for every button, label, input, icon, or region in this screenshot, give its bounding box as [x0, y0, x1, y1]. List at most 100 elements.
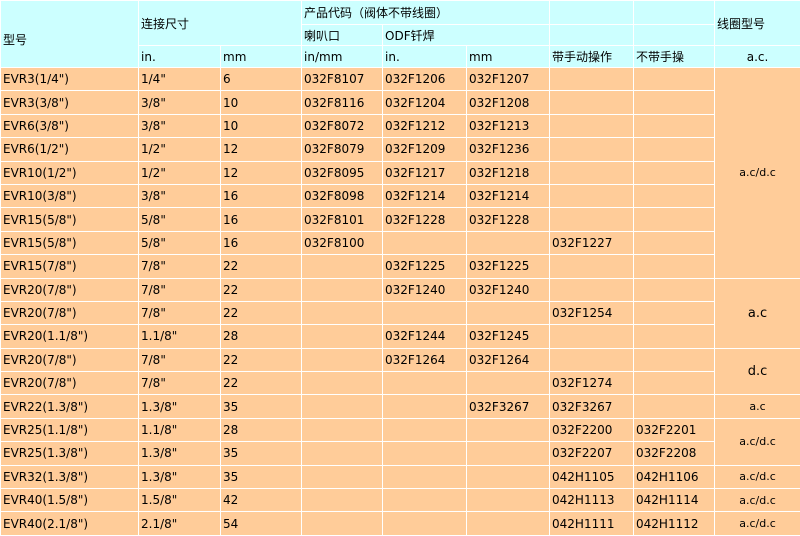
header-manual: 带手动操作	[550, 46, 634, 68]
cell-no-manual	[634, 68, 715, 91]
cell-coil-model: a.c/d.c	[715, 512, 800, 535]
cell-flare: 032F8079	[302, 138, 383, 161]
table-row: EVR6(3/8")3/8"10032F8072032F1212032F1213	[1, 114, 800, 137]
cell-manual: 042H1111	[550, 512, 634, 535]
cell-flare: 032F8116	[302, 91, 383, 114]
cell-odf-in: 032F1206	[383, 68, 467, 91]
table-row: EVR10(1/2")1/2"12032F8095032F1217032F121…	[1, 161, 800, 184]
cell-odf-mm: 032F1207	[467, 68, 550, 91]
cell-no-manual: 042H1112	[634, 512, 715, 535]
cell-model: EVR20(7/8")	[1, 348, 139, 371]
cell-odf-in: 032F1214	[383, 184, 467, 207]
cell-mm: 28	[221, 325, 302, 348]
header-mm: mm	[221, 46, 302, 68]
cell-coil-model: a.c/d.c	[715, 418, 800, 465]
cell-odf-in	[383, 395, 467, 418]
cell-mm: 10	[221, 91, 302, 114]
cell-odf-in	[383, 489, 467, 512]
cell-mm: 6	[221, 68, 302, 91]
cell-no-manual	[634, 395, 715, 418]
header-odf-in: in.	[383, 46, 467, 68]
header-odf-mm: mm	[467, 46, 550, 68]
cell-odf-mm: 032F1264	[467, 348, 550, 371]
header-in: in.	[139, 46, 221, 68]
cell-odf-mm: 032F3267	[467, 395, 550, 418]
cell-odf-mm: 032F1240	[467, 278, 550, 301]
cell-model: EVR20(7/8")	[1, 372, 139, 395]
cell-odf-mm	[467, 418, 550, 441]
cell-odf-mm: 032F1214	[467, 184, 550, 207]
cell-flare: 032F8101	[302, 208, 383, 231]
cell-no-manual	[634, 161, 715, 184]
cell-in: 7/8"	[139, 278, 221, 301]
cell-flare	[302, 442, 383, 465]
cell-mm: 16	[221, 208, 302, 231]
cell-flare: 032F8098	[302, 184, 383, 207]
cell-mm: 54	[221, 512, 302, 535]
cell-odf-in	[383, 465, 467, 488]
cell-odf-in: 032F1228	[383, 208, 467, 231]
cell-in: 1.3/8"	[139, 442, 221, 465]
cell-odf-in	[383, 301, 467, 324]
cell-in: 3/8"	[139, 184, 221, 207]
cell-in: 3/8"	[139, 91, 221, 114]
cell-mm: 22	[221, 301, 302, 324]
cell-mm: 16	[221, 231, 302, 254]
cell-mm: 28	[221, 418, 302, 441]
cell-no-manual	[634, 208, 715, 231]
table-row: EVR20(7/8")7/8"22032F1274	[1, 372, 800, 395]
cell-no-manual	[634, 184, 715, 207]
header-product-code: 产品代码（阀体不带线圈）	[302, 1, 550, 25]
cell-odf-in	[383, 442, 467, 465]
cell-odf-mm: 032F1218	[467, 161, 550, 184]
cell-flare: 032F8100	[302, 231, 383, 254]
cell-flare	[302, 395, 383, 418]
table-row: EVR15(7/8")7/8"22032F1225032F1225	[1, 255, 800, 278]
cell-mm: 42	[221, 489, 302, 512]
cell-flare	[302, 418, 383, 441]
cell-no-manual	[634, 255, 715, 278]
header-flare: 喇叭口	[302, 25, 383, 46]
cell-mm: 22	[221, 348, 302, 371]
cell-manual: 032F3267	[550, 395, 634, 418]
table-row: EVR32(1.3/8")1.3/8"35042H1105042H1106a.c…	[1, 465, 800, 488]
cell-model: EVR15(5/8")	[1, 208, 139, 231]
header-odf: ODF钎焊	[383, 25, 550, 46]
cell-no-manual	[634, 91, 715, 114]
cell-odf-in: 032F1240	[383, 278, 467, 301]
cell-flare	[302, 512, 383, 535]
table-row: EVR20(1.1/8")1.1/8"28032F1244032F1245	[1, 325, 800, 348]
cell-odf-mm: 032F1236	[467, 138, 550, 161]
cell-manual: 032F1274	[550, 372, 634, 395]
cell-odf-mm: 032F1245	[467, 325, 550, 348]
cell-odf-mm	[467, 465, 550, 488]
product-table: 型号 连接尺寸 产品代码（阀体不带线圈） 线圈型号 喇叭口 ODF钎焊 in. …	[0, 0, 800, 536]
cell-no-manual	[634, 278, 715, 301]
cell-manual: 042H1105	[550, 465, 634, 488]
cell-odf-in: 032F1217	[383, 161, 467, 184]
cell-odf-mm: 032F1228	[467, 208, 550, 231]
cell-in: 7/8"	[139, 301, 221, 324]
cell-odf-in: 032F1209	[383, 138, 467, 161]
cell-no-manual: 042H1114	[634, 489, 715, 512]
cell-model: EVR22(1.3/8")	[1, 395, 139, 418]
cell-odf-in: 032F1212	[383, 114, 467, 137]
cell-manual	[550, 255, 634, 278]
table-row: EVR25(1.1/8")1.1/8"28032F2200032F2201a.c…	[1, 418, 800, 441]
header-blank-a	[550, 1, 634, 25]
cell-flare	[302, 278, 383, 301]
table-row: EVR15(5/8")5/8"16032F8101032F1228032F122…	[1, 208, 800, 231]
cell-manual: 032F1254	[550, 301, 634, 324]
cell-model: EVR6(3/8")	[1, 114, 139, 137]
cell-coil-model: a.c/d.c	[715, 68, 800, 279]
cell-flare	[302, 372, 383, 395]
cell-model: EVR20(7/8")	[1, 301, 139, 324]
cell-mm: 16	[221, 184, 302, 207]
table-row: EVR25(1.3/8")1.3/8"35032F2207032F2208	[1, 442, 800, 465]
cell-manual	[550, 325, 634, 348]
cell-in: 1/4"	[139, 68, 221, 91]
cell-no-manual	[634, 231, 715, 254]
cell-flare: 032F8107	[302, 68, 383, 91]
cell-coil-model: a.c	[715, 395, 800, 418]
cell-model: EVR3(1/4")	[1, 68, 139, 91]
